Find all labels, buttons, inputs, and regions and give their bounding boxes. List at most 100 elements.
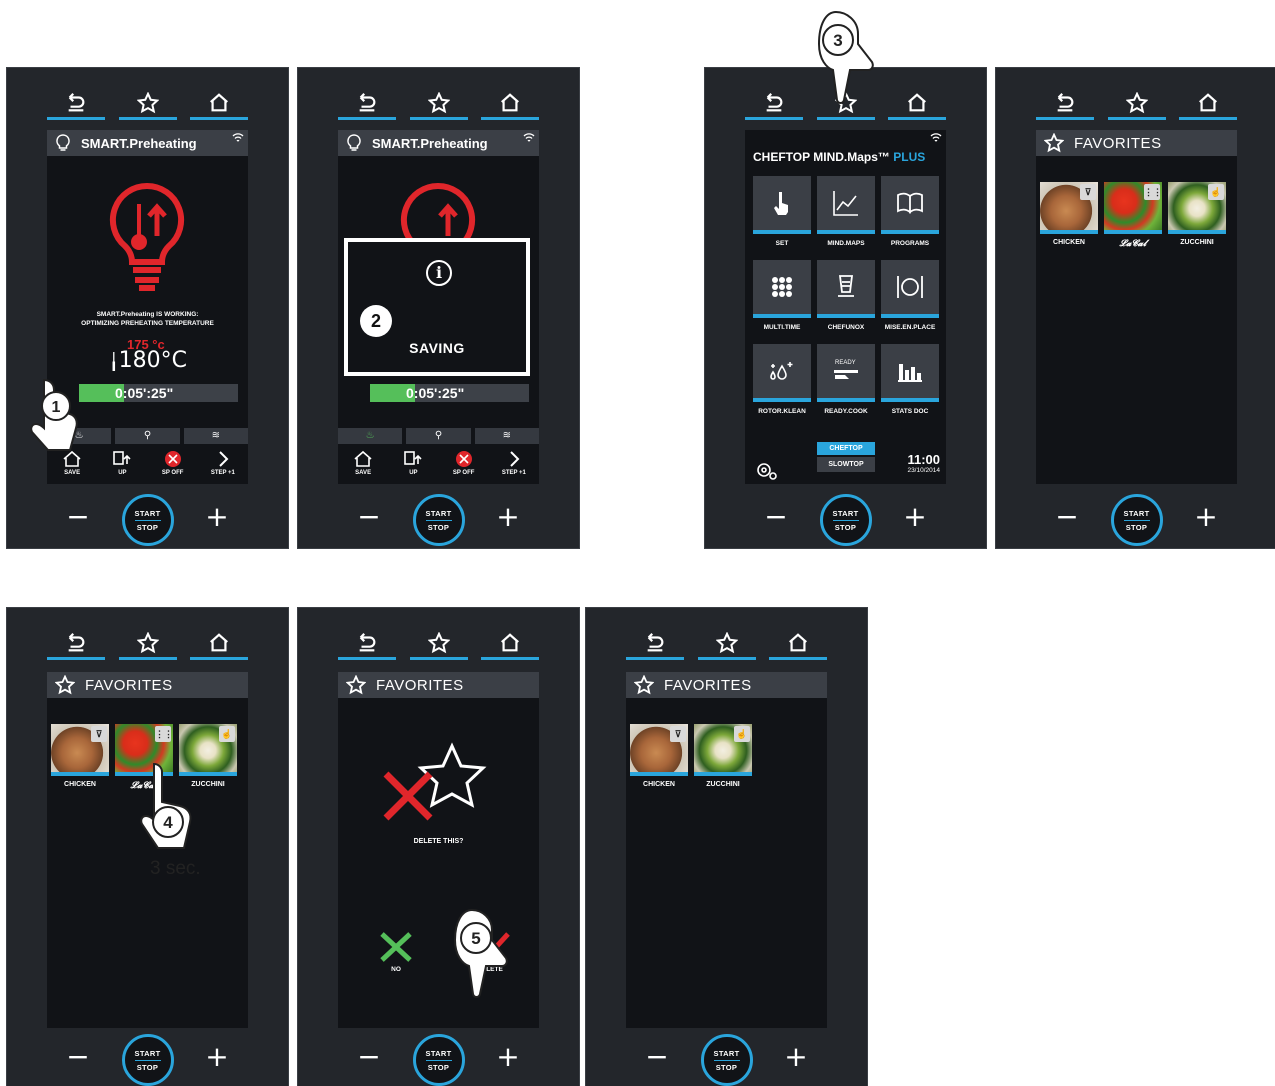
screen-header: SMART.Preheating [47, 130, 248, 156]
home-button[interactable] [888, 88, 946, 120]
minus-button[interactable]: − [1054, 503, 1080, 531]
back-button[interactable] [1036, 88, 1094, 120]
favorite-item-chicken[interactable]: ⊽ CHICKEN [630, 724, 688, 788]
step-plus-button[interactable]: STEP +1 [494, 450, 534, 476]
plus-button[interactable]: + [204, 1043, 230, 1071]
start-stop-button[interactable]: START STOP [412, 1034, 465, 1086]
chefunox-icon: ⊽ [1080, 184, 1096, 200]
home-button[interactable] [481, 628, 539, 660]
start-label: START [425, 1048, 452, 1058]
tile-label: MULTI.TIME [763, 324, 801, 331]
back-button[interactable] [626, 628, 684, 660]
favorite-item-signature[interactable]: ⋮⋮ 𝓛𝓪𝓒𝓪𝓵 [1104, 182, 1162, 249]
clock-date: 23/10/2014 [907, 467, 940, 474]
step-plus-button[interactable]: STEP +1 [203, 450, 243, 476]
favorites-button[interactable] [409, 88, 468, 120]
favorite-label: CHICKEN [1053, 239, 1085, 246]
tile-stats-doc[interactable]: STATS DOC [881, 344, 939, 415]
start-stop-button[interactable]: START STOP [121, 1034, 174, 1086]
home-button[interactable] [769, 628, 827, 660]
control-bar: − START STOP + [298, 1034, 579, 1086]
tile-chefunox[interactable]: CHEFUNOX [817, 260, 875, 331]
home-button[interactable] [1179, 88, 1237, 120]
plus-button[interactable]: + [1193, 503, 1219, 531]
tile-set[interactable]: SET [753, 176, 811, 247]
start-stop-button[interactable]: START STOP [121, 494, 174, 546]
cheftop-slowtop-toggle[interactable]: CHEFTOP SLOWTOP [817, 442, 875, 472]
oven-panel-delete-confirm: FAVORITES DELETE THIS? NO DELETE − START… [297, 607, 580, 1086]
plus-button[interactable]: + [783, 1043, 809, 1071]
phase-tab-probe[interactable]: ⚲ [406, 428, 471, 444]
favorites-header: FAVORITES [626, 672, 827, 698]
favorites-title: FAVORITES [1074, 134, 1162, 152]
smart-power-off-icon [164, 451, 181, 467]
settings-gear-icon[interactable] [755, 460, 777, 480]
minus-button[interactable]: − [65, 1043, 91, 1071]
minus-button[interactable]: − [763, 503, 789, 531]
phase-tab-preheat[interactable]: ♨ [338, 428, 403, 444]
top-nav [47, 88, 248, 120]
tile-multi-time[interactable]: MULTI.TIME [753, 260, 811, 331]
menu-title-text: CHEFTOP MIND.Maps™ [753, 150, 890, 164]
plus-button[interactable]: + [204, 503, 230, 531]
back-button[interactable] [47, 628, 105, 660]
back-button[interactable] [338, 88, 396, 120]
minus-button[interactable]: − [356, 503, 382, 531]
tile-mise-en-place[interactable]: MISE.EN.PLACE [881, 260, 939, 331]
start-stop-button[interactable]: START STOP [1110, 494, 1163, 546]
favorites-button[interactable] [118, 88, 177, 120]
favorite-item-zucchini[interactable]: ☝ ZUCCHINI [694, 724, 752, 788]
minus-button[interactable]: − [65, 503, 91, 531]
favorite-item-chicken[interactable]: ⊽ CHICKEN [51, 724, 109, 791]
tile-programs[interactable]: PROGRAMS [881, 176, 939, 247]
sp-off-button[interactable]: SP OFF [444, 450, 484, 476]
tile-mind-maps[interactable]: MIND.MAPS [817, 176, 875, 247]
phase-tab-steam[interactable]: ≋ [474, 428, 539, 444]
wifi-icon [930, 133, 942, 142]
up-button[interactable]: UP [102, 450, 142, 476]
sp-off-button[interactable]: SP OFF [153, 450, 193, 476]
minus-button[interactable]: − [356, 1043, 382, 1071]
favorites-button[interactable] [1107, 88, 1166, 120]
favorite-item-chicken[interactable]: ⊽ CHICKEN [1040, 182, 1098, 249]
tile-rotor-klean[interactable]: ROTOR.KLEAN [753, 344, 811, 415]
back-button[interactable] [338, 628, 396, 660]
control-bar: − START STOP + [586, 1034, 867, 1086]
clock-time: 11:00 [907, 452, 940, 467]
back-button[interactable] [47, 88, 105, 120]
plus-button[interactable]: + [495, 503, 521, 531]
back-icon [766, 92, 783, 111]
oven-panel-favorites: FAVORITES ⊽ CHICKEN ⋮⋮ 𝓛𝓪𝓒𝓪𝓵 ☝ ZUCCHINI − S… [995, 67, 1275, 549]
favorite-item-zucchini[interactable]: ☝ ZUCCHINI [1168, 182, 1226, 249]
back-button[interactable] [745, 88, 803, 120]
home-button[interactable] [481, 88, 539, 120]
step-number: 5 [471, 929, 480, 948]
up-button[interactable]: UP [393, 450, 433, 476]
current-temperature: ╽180°C [109, 348, 187, 373]
phase-tab-probe[interactable]: ⚲ [115, 428, 180, 444]
save-label: SAVE [355, 470, 372, 476]
back-icon [1057, 92, 1074, 111]
start-stop-button[interactable]: START STOP [412, 494, 465, 546]
start-stop-button[interactable]: START STOP [700, 1034, 753, 1086]
action-bar: SAVE UP SP OFF STEP +1 [338, 450, 539, 484]
no-button[interactable]: NO [376, 930, 416, 973]
plus-button[interactable]: + [902, 503, 928, 531]
favorites-button[interactable] [697, 628, 756, 660]
working-message: SMART.Preheating IS WORKING: OPTIMIZING … [47, 310, 248, 328]
favorites-header: FAVORITES [338, 672, 539, 698]
home-button[interactable] [190, 628, 248, 660]
minus-button[interactable]: − [644, 1043, 670, 1071]
favorites-button[interactable] [409, 628, 468, 660]
home-button[interactable] [190, 88, 248, 120]
grid-dots-icon: ⋮⋮ [155, 726, 173, 742]
plus-button[interactable]: + [495, 1043, 521, 1071]
start-stop-button[interactable]: START STOP [819, 494, 872, 546]
phase-tab-steam[interactable]: ≋ [183, 428, 248, 444]
step-callout-1: 1 [30, 378, 78, 451]
favorites-button[interactable] [118, 628, 177, 660]
home-icon [501, 92, 519, 111]
tile-ready-cook[interactable]: READY READY.COOK [817, 344, 875, 415]
start-label: START [713, 1048, 740, 1058]
save-button[interactable]: SAVE [343, 450, 383, 476]
